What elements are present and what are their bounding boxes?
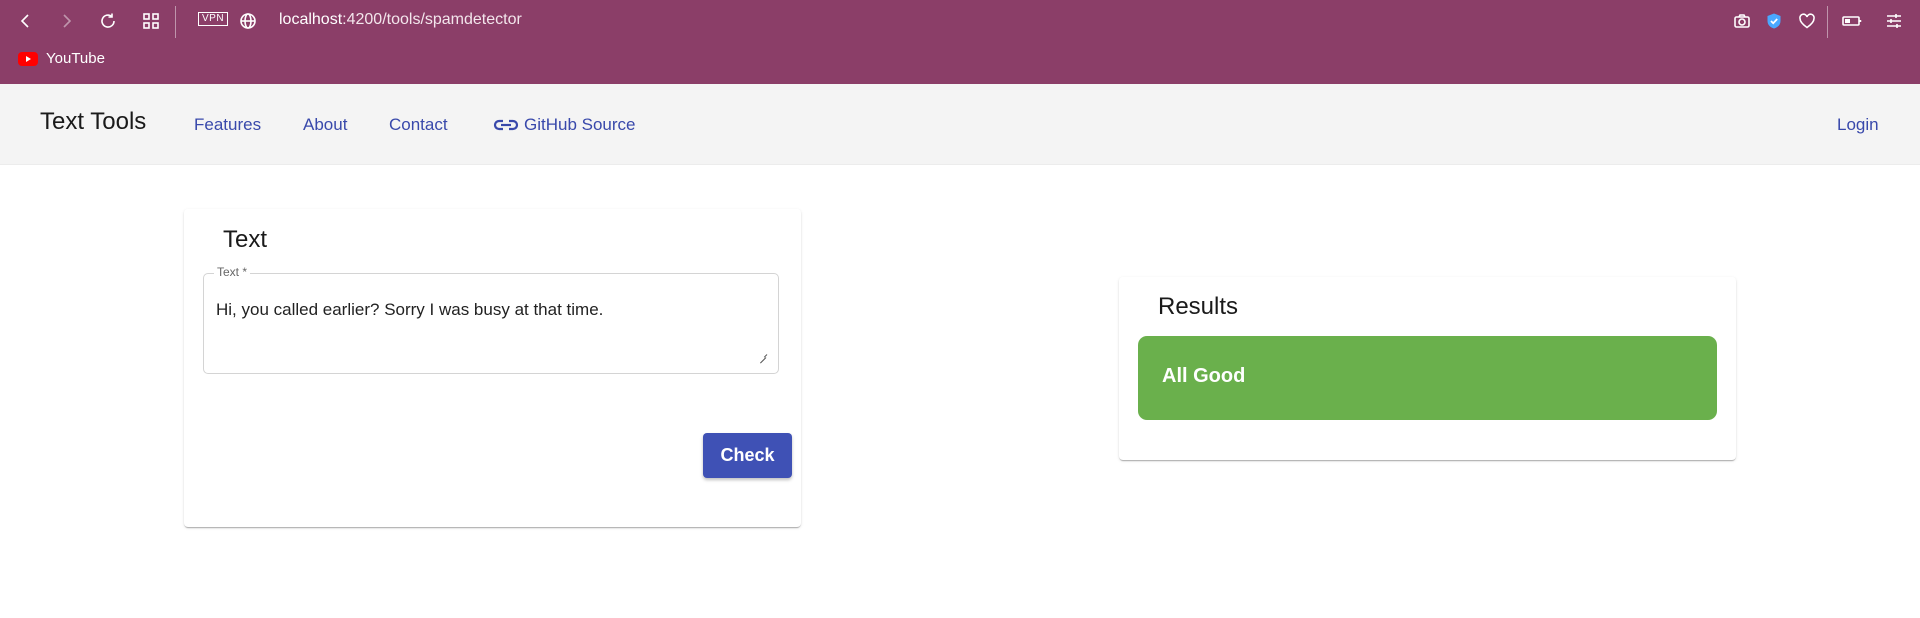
text-field-value[interactable]: Hi, you called earlier? Sorry I was busy… [216,300,603,320]
nav-login[interactable]: Login [1837,115,1879,135]
link-icon [493,119,519,131]
reload-button[interactable] [90,3,126,39]
back-arrow-icon [20,14,29,28]
tabs-grid-button[interactable] [133,3,169,39]
globe-icon [240,13,256,29]
nav-contact[interactable]: Contact [389,115,448,135]
text-input-card: Text Text * Hi, you called earlier? Sorr… [184,209,801,527]
nav-github-label: GitHub Source [524,115,636,134]
site-info-button[interactable] [230,3,266,39]
sliders-icon [1887,14,1901,28]
text-card-title: Text [223,226,268,253]
address-bar[interactable]: localhost:4200/tools/spamdetector [279,11,522,29]
vpn-badge[interactable]: VPN [198,12,229,26]
browser-toolbar: VPN localhost:4200/tools/spamdetector [0,0,1920,42]
screenshot-button[interactable] [1724,3,1760,39]
favorites-button[interactable] [1789,3,1825,39]
youtube-icon [18,51,38,66]
nav-about[interactable]: About [303,115,347,135]
reload-icon [101,13,115,28]
bookmarks-bar: YouTube [0,42,1920,84]
settings-sliders-button[interactable] [1876,3,1912,39]
toolbar-divider [175,6,176,38]
battery-saver-button[interactable] [1834,3,1870,39]
bookmark-label: YouTube [46,50,105,67]
results-card: Results All Good [1119,277,1736,460]
back-button[interactable] [8,3,44,39]
battery-icon [1842,16,1862,26]
app-navbar: Text Tools Features About Contact GitHub… [0,84,1920,165]
forward-arrow-icon [63,14,72,28]
results-card-title: Results [1158,293,1239,320]
nav-github-source[interactable]: GitHub Source [492,115,636,135]
url-path: :4200/tools/spamdetector [342,11,522,28]
resize-handle-icon[interactable] [760,352,766,358]
nav-features[interactable]: Features [194,115,261,135]
forward-button[interactable] [48,3,84,39]
text-field-label: Text * [214,265,251,279]
bookmark-youtube[interactable]: YouTube [18,50,105,67]
result-status-banner: All Good [1138,336,1717,420]
result-status-text: All Good [1162,365,1246,387]
browser-chrome: VPN localhost:4200/tools/spamdetector Yo… [0,0,1920,84]
shield-button[interactable] [1756,3,1792,39]
camera-icon [1734,14,1750,28]
url-host: localhost [279,11,343,28]
brand-title[interactable]: Text Tools [40,108,146,136]
shield-check-icon [1767,13,1781,29]
grid-icon [143,13,159,29]
check-button[interactable]: Check [703,433,792,478]
text-field[interactable]: Text * Hi, you called earlier? Sorry I w… [203,265,779,374]
heart-icon [1799,13,1815,29]
toolbar-divider [1827,6,1828,38]
